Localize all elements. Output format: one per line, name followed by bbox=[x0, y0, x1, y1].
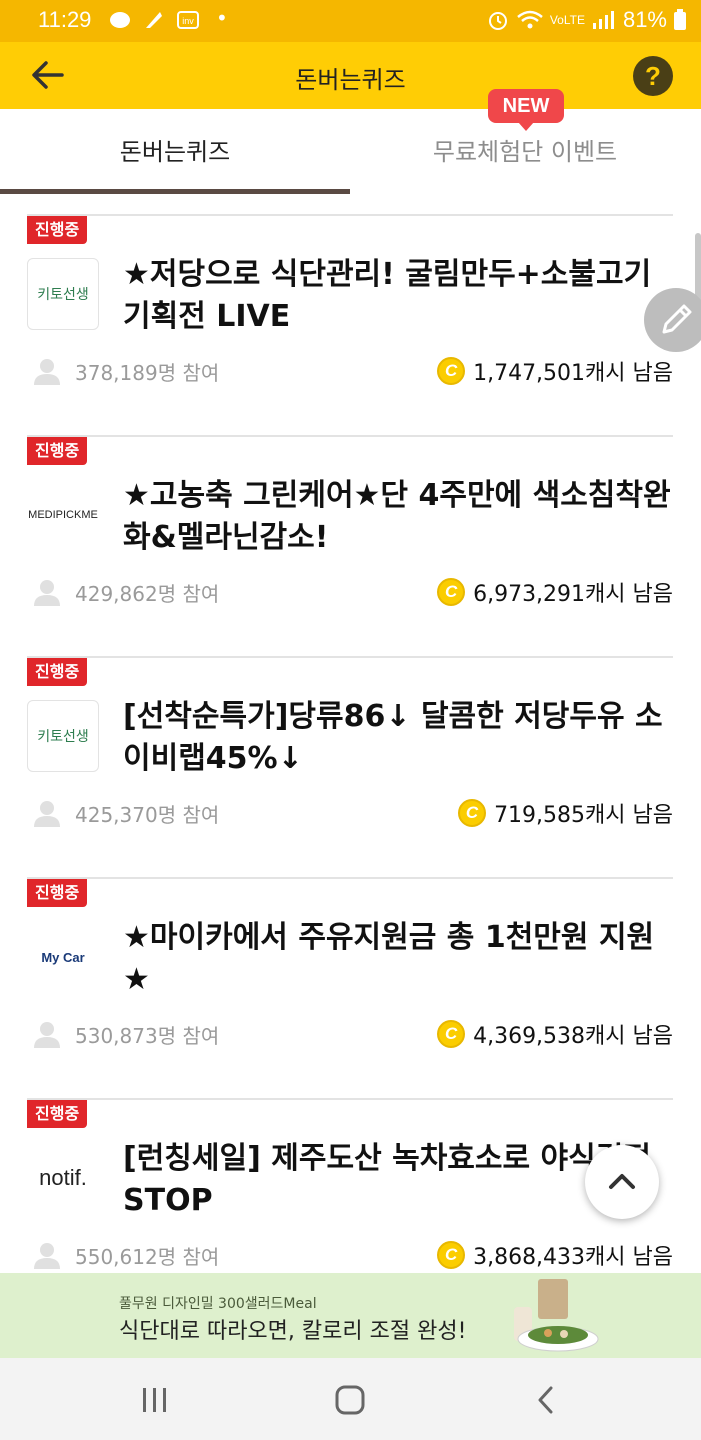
status-badge: 진행중 bbox=[27, 879, 88, 907]
coin-icon: C bbox=[437, 357, 466, 385]
coin-icon: C bbox=[458, 799, 487, 827]
question-icon[interactable]: ? bbox=[633, 56, 673, 96]
participants-count: 550,612명 참여 bbox=[75, 1244, 220, 1269]
list-item[interactable]: 진행중 My Car ★마이카에서 주유지원금 총 1천만원 지원★ 530,8… bbox=[27, 877, 673, 1098]
person-icon bbox=[34, 1243, 60, 1269]
new-badge: NEW bbox=[488, 89, 564, 131]
person-icon bbox=[34, 1022, 60, 1048]
ad-text: 식단대로 따라오면, 칼로리 조절 완성! bbox=[119, 1319, 467, 1344]
list-item[interactable]: 진행중 MEDIPICKME ★고농축 그린케어★단 4주만에 색소침착완화&멜… bbox=[27, 435, 673, 656]
active-tab-indicator bbox=[0, 189, 350, 194]
person-icon bbox=[34, 580, 60, 606]
participants-count: 429,862명 참여 bbox=[75, 581, 220, 606]
cash-amount: 3,868,433캐시 남음 bbox=[473, 1245, 673, 1270]
quiz-title[interactable]: ★저당으로 식단관리! 굴림만두+소불고기 기획전 LIVE bbox=[123, 254, 673, 338]
participants: 429,862명 참여 bbox=[33, 577, 219, 607]
participants-count: 425,370명 참여 bbox=[75, 802, 220, 827]
scroll-to-top-button[interactable] bbox=[585, 1145, 659, 1219]
quiz-list: 진행중 키토선생 ★저당으로 식단관리! 굴림만두+소불고기 기획전 LIVE … bbox=[0, 195, 701, 1273]
list-item[interactable]: 진행중 키토선생 ★저당으로 식단관리! 굴림만두+소불고기 기획전 LIVE … bbox=[27, 214, 673, 435]
cash-remaining: C 6,973,291캐시 남음 bbox=[437, 577, 673, 607]
cash-remaining: C 3,868,433캐시 남음 bbox=[437, 1240, 673, 1270]
edit-button[interactable] bbox=[644, 288, 701, 352]
cash-amount: 1,747,501캐시 남음 bbox=[473, 361, 673, 386]
system-nav-bar bbox=[0, 1358, 701, 1440]
chevron-up-icon bbox=[609, 1174, 635, 1189]
feather-icon bbox=[146, 12, 162, 28]
brand-logo: notif. bbox=[27, 1142, 99, 1214]
divider bbox=[27, 214, 673, 216]
cash-remaining: C 4,369,538캐시 남음 bbox=[437, 1019, 673, 1049]
tab-bar: 돈버는퀴즈 무료체험단 이벤트 NEW bbox=[0, 89, 701, 195]
status-badge: 진행중 bbox=[27, 437, 88, 465]
status-dot: • bbox=[216, 6, 228, 30]
participants-count: 530,873명 참여 bbox=[75, 1023, 220, 1048]
tab-money-quiz[interactable]: 돈버는퀴즈 bbox=[0, 109, 350, 195]
participants-count: 378,189명 참여 bbox=[75, 360, 220, 385]
status-badge: 진행중 bbox=[27, 1100, 88, 1128]
quiz-title[interactable]: ★마이카에서 주유지원금 총 1천만원 지원★ bbox=[123, 917, 673, 1001]
alarm-icon bbox=[488, 12, 507, 30]
participants: 378,189명 참여 bbox=[33, 356, 219, 386]
signal-icon bbox=[592, 11, 614, 29]
cash-remaining: C 1,747,501캐시 남음 bbox=[437, 356, 673, 386]
list-item[interactable]: 진행중 키토선생 [선착순특가]당류86↓ 달콤한 저당두유 소이비랩45%↓ … bbox=[27, 656, 673, 877]
divider bbox=[27, 1098, 673, 1100]
person-icon bbox=[34, 801, 60, 827]
home-icon[interactable] bbox=[328, 1378, 372, 1422]
wifi-icon bbox=[517, 10, 543, 29]
divider bbox=[27, 435, 673, 437]
svg-text:inv: inv bbox=[182, 16, 194, 26]
brand-logo: MEDIPICKME bbox=[27, 479, 99, 551]
back-nav-icon[interactable] bbox=[525, 1378, 569, 1422]
status-time: 11:29 bbox=[38, 7, 92, 32]
recent-apps-icon[interactable] bbox=[133, 1378, 177, 1422]
brand-logo: My Car bbox=[27, 921, 99, 993]
quiz-title[interactable]: ★고농축 그린케어★단 4주만에 색소침착완화&멜라닌감소! bbox=[123, 475, 673, 559]
coin-icon: C bbox=[437, 578, 466, 606]
cash-amount: 4,369,538캐시 남음 bbox=[473, 1024, 673, 1049]
battery-percent: 81% bbox=[622, 7, 667, 32]
participants: 530,873명 참여 bbox=[33, 1019, 219, 1049]
cash-remaining: C 719,585캐시 남음 bbox=[458, 798, 673, 828]
divider bbox=[27, 877, 673, 879]
coin-icon: C bbox=[437, 1020, 466, 1048]
participants: 425,370명 참여 bbox=[33, 798, 219, 828]
status-bar: 11:29 inv • VoLTE 81% bbox=[0, 0, 701, 42]
pencil-icon bbox=[662, 304, 692, 334]
quiz-title[interactable]: [선착순특가]당류86↓ 달콤한 저당두유 소이비랩45%↓ bbox=[123, 696, 673, 780]
participants: 550,612명 참여 bbox=[33, 1240, 219, 1270]
app-bar: 돈버는퀴즈 ? bbox=[0, 42, 701, 109]
battery-icon bbox=[674, 9, 686, 30]
cash-amount: 719,585캐시 남음 bbox=[494, 803, 673, 828]
divider bbox=[27, 656, 673, 658]
app-icon: inv bbox=[177, 11, 199, 29]
network-label: VoLTE bbox=[549, 13, 585, 27]
person-icon bbox=[34, 359, 60, 385]
chat-icon bbox=[110, 12, 130, 28]
page-title: 돈버는퀴즈 bbox=[295, 66, 406, 94]
salad-product-image bbox=[514, 1279, 599, 1352]
status-badge: 진행중 bbox=[27, 658, 88, 686]
ad-brand: 풀무원 디자인밀 300샐러드Meal bbox=[119, 1296, 317, 1312]
list-item[interactable]: 진행중 notif. [런칭세일] 제주도산 녹차효소로 야식걱정 STOP 5… bbox=[27, 1098, 673, 1273]
brand-logo: 키토선생 bbox=[27, 700, 99, 772]
ad-banner[interactable]: 풀무원 디자인밀 300샐러드Meal 식단대로 따라오면, 칼로리 조절 완성… bbox=[0, 1273, 701, 1358]
brand-logo: 키토선생 bbox=[27, 258, 99, 330]
status-badge: 진행중 bbox=[27, 216, 88, 244]
cash-amount: 6,973,291캐시 남음 bbox=[473, 582, 673, 607]
status-right: VoLTE 81% bbox=[486, 7, 687, 33]
coin-icon: C bbox=[437, 1241, 466, 1269]
